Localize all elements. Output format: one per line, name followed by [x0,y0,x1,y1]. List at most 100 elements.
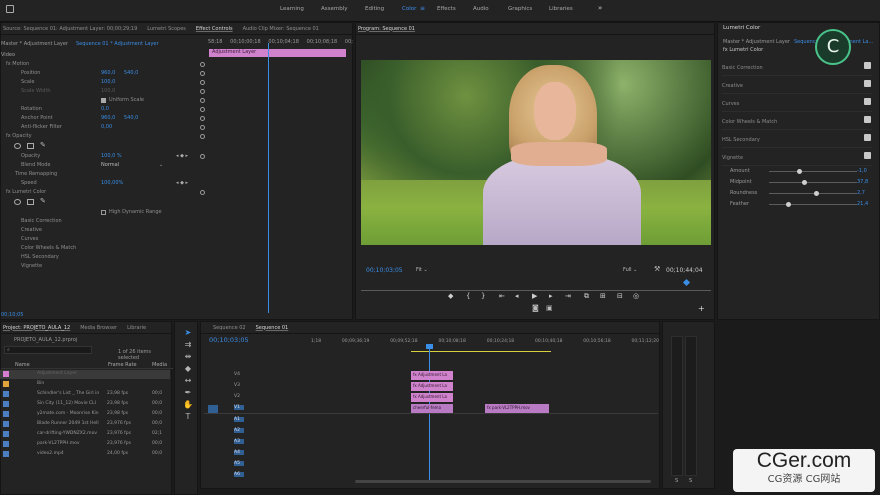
color-wheels-checkbox[interactable] [864,116,871,123]
timeline-scrollbar[interactable] [355,480,651,483]
slip-tool-icon[interactable]: ↔ [183,376,193,386]
playhead-handle[interactable] [426,344,433,349]
ec-clip-bar[interactable]: Adjustment Layer [209,49,346,57]
track-name[interactable]: V1 [234,405,244,410]
workspace-libraries[interactable]: Libraries [549,6,573,12]
list-item[interactable]: Sin City (11_12) Movie CLI 23,98 fps 00;0 [0,400,170,409]
hdr-checkbox[interactable] [101,210,106,215]
list-item[interactable]: Adjustment Layer [0,370,170,379]
list-item[interactable]: Blade Runner 2049 1st Hell 23,976 fps 00;0 [0,420,170,429]
scale-value[interactable]: 100,0 [101,79,115,85]
col-frame-rate[interactable]: Frame Rate [108,362,137,368]
go-to-out-icon[interactable]: ⇥ [565,292,571,300]
workspace-graphics[interactable]: Graphics [508,6,532,12]
list-item[interactable]: Bin [0,380,170,389]
list-item[interactable]: Schindler's List _ The Girl in 23,98 fps 0… [0,390,170,399]
slider-knob[interactable] [786,202,791,207]
export-frame-icon[interactable]: ◙ [532,304,539,312]
vignette-midpoint-slider[interactable] [769,180,857,185]
col-name[interactable]: Name [15,362,30,368]
selection-tool-icon[interactable]: ➤ [183,328,193,338]
lumetri-creative[interactable]: Creative [722,80,872,94]
vignette-amount-slider[interactable] [769,169,857,174]
position-y-value[interactable]: 540,0 [124,70,138,76]
hsl-secondary-checkbox[interactable] [864,134,871,141]
mark-in-icon[interactable]: { [466,292,470,300]
slider-knob[interactable] [814,191,819,196]
track-name[interactable]: A2 [234,428,244,433]
color-wheels-row[interactable]: Color Wheels & Match [1,245,208,253]
track-name[interactable]: V2 [234,394,240,399]
vignette-row[interactable]: Vignette [1,263,208,271]
ellipse-mask-icon[interactable] [14,199,21,205]
razor-icon[interactable]: ◆ [183,364,193,374]
lumetri-effect-row[interactable]: fx Lumetri Color [1,189,208,197]
tab-program[interactable]: Program: Sequence 01 [358,26,415,32]
tab-lumetri-scopes[interactable]: Lumetri Scopes [147,26,186,32]
vignette-feather-value[interactable]: 21,4 [857,201,868,207]
track-select-icon[interactable]: ⇉ [183,340,193,350]
workspace-menu-icon[interactable]: ≡ [420,5,425,12]
sequence-clip-label[interactable]: Sequence 01 * Adjustment Layer [76,41,159,47]
tab-effect-controls[interactable]: Effect Controls [196,26,233,32]
basic-correction-checkbox[interactable] [864,62,871,69]
workspace-audio[interactable]: Audio [473,6,489,12]
quality-select[interactable]: Full ⌄ [623,267,647,273]
compare-icon[interactable]: ⊟ [617,292,623,300]
rectangle-mask-icon[interactable] [27,199,34,205]
vignette-amount-value[interactable]: -1,0 [857,168,867,174]
more-workspaces-icon[interactable]: » [598,4,602,12]
timeline-timecode[interactable]: 00;10;03;05 [209,336,249,344]
anchor-y-value[interactable]: 540,0 [124,115,138,121]
project-search[interactable]: ⌕ [4,346,92,354]
opacity-value[interactable]: 100,0 % [101,153,122,159]
workspace-editing[interactable]: Editing [365,6,384,12]
track-name[interactable]: A6 [234,472,244,477]
type-tool-icon[interactable]: T [183,412,193,422]
add-marker-icon[interactable]: ◆ [448,292,453,300]
home-icon[interactable] [6,5,14,13]
workspace-color[interactable]: Color [402,6,416,12]
ec-playhead[interactable] [268,43,269,313]
list-item[interactable]: video2.mp4 24,00 fps 00;0 [0,450,170,459]
mark-out-icon[interactable]: } [481,292,485,300]
time-remapping-row[interactable]: Time Remapping [1,171,208,179]
video-frame[interactable] [361,60,711,245]
lumetri-preset[interactable]: fx Lumetri Color [723,47,763,53]
solo-left[interactable]: S [675,478,678,484]
pen-mask-icon[interactable]: ✎ [40,197,46,205]
program-timecode[interactable]: 00;10;03;05 [366,267,403,274]
lumetri-color-wheels[interactable]: Color Wheels & Match [722,116,872,130]
source-patch-v1[interactable] [208,405,218,413]
speed-value[interactable]: 100,00% [101,180,123,186]
step-forward-icon[interactable]: ▸ [549,292,553,300]
hsl-secondary-row[interactable]: HSL Secondary [1,254,208,262]
workspace-assembly[interactable]: Assembly [321,6,348,12]
speed-keyframe-icon[interactable]: ◂ ◆ ▸ [176,180,188,186]
master-clip-label[interactable]: Master * Adjustment Layer [1,41,68,47]
track-name[interactable]: V4 [234,372,240,377]
solo-right[interactable]: S [689,478,692,484]
vignette-checkbox[interactable] [864,152,871,159]
go-to-in-icon[interactable]: ⇤ [499,292,505,300]
wrench-icon[interactable]: ⚒ [654,265,660,273]
creative-checkbox[interactable] [864,80,871,87]
fit-select[interactable]: Fit ⌄ [416,267,442,273]
pen-tool-icon[interactable]: ✒ [183,388,193,398]
track-name[interactable]: A5 [234,461,244,466]
hand-tool-icon[interactable]: ✋ [183,400,193,410]
lumetri-basic-correction[interactable]: Basic Correction [722,62,872,76]
vignette-roundness-slider[interactable] [769,191,857,196]
slider-knob[interactable] [797,169,802,174]
program-playhead[interactable] [682,278,691,287]
slider-knob[interactable] [802,180,807,185]
work-area-bar[interactable] [411,351,551,352]
timeline-clip[interactable]: cheerful-fema [411,404,453,413]
rotation-value[interactable]: 0,0 [101,106,109,112]
pen-mask-icon[interactable]: ✎ [40,141,46,149]
curves-checkbox[interactable] [864,98,871,105]
track-name[interactable]: A1 [234,417,244,422]
position-x-value[interactable]: 960,0 [101,70,115,76]
rectangle-mask-icon[interactable] [27,143,34,149]
lumetri-hsl-secondary[interactable]: HSL Secondary [722,134,872,148]
